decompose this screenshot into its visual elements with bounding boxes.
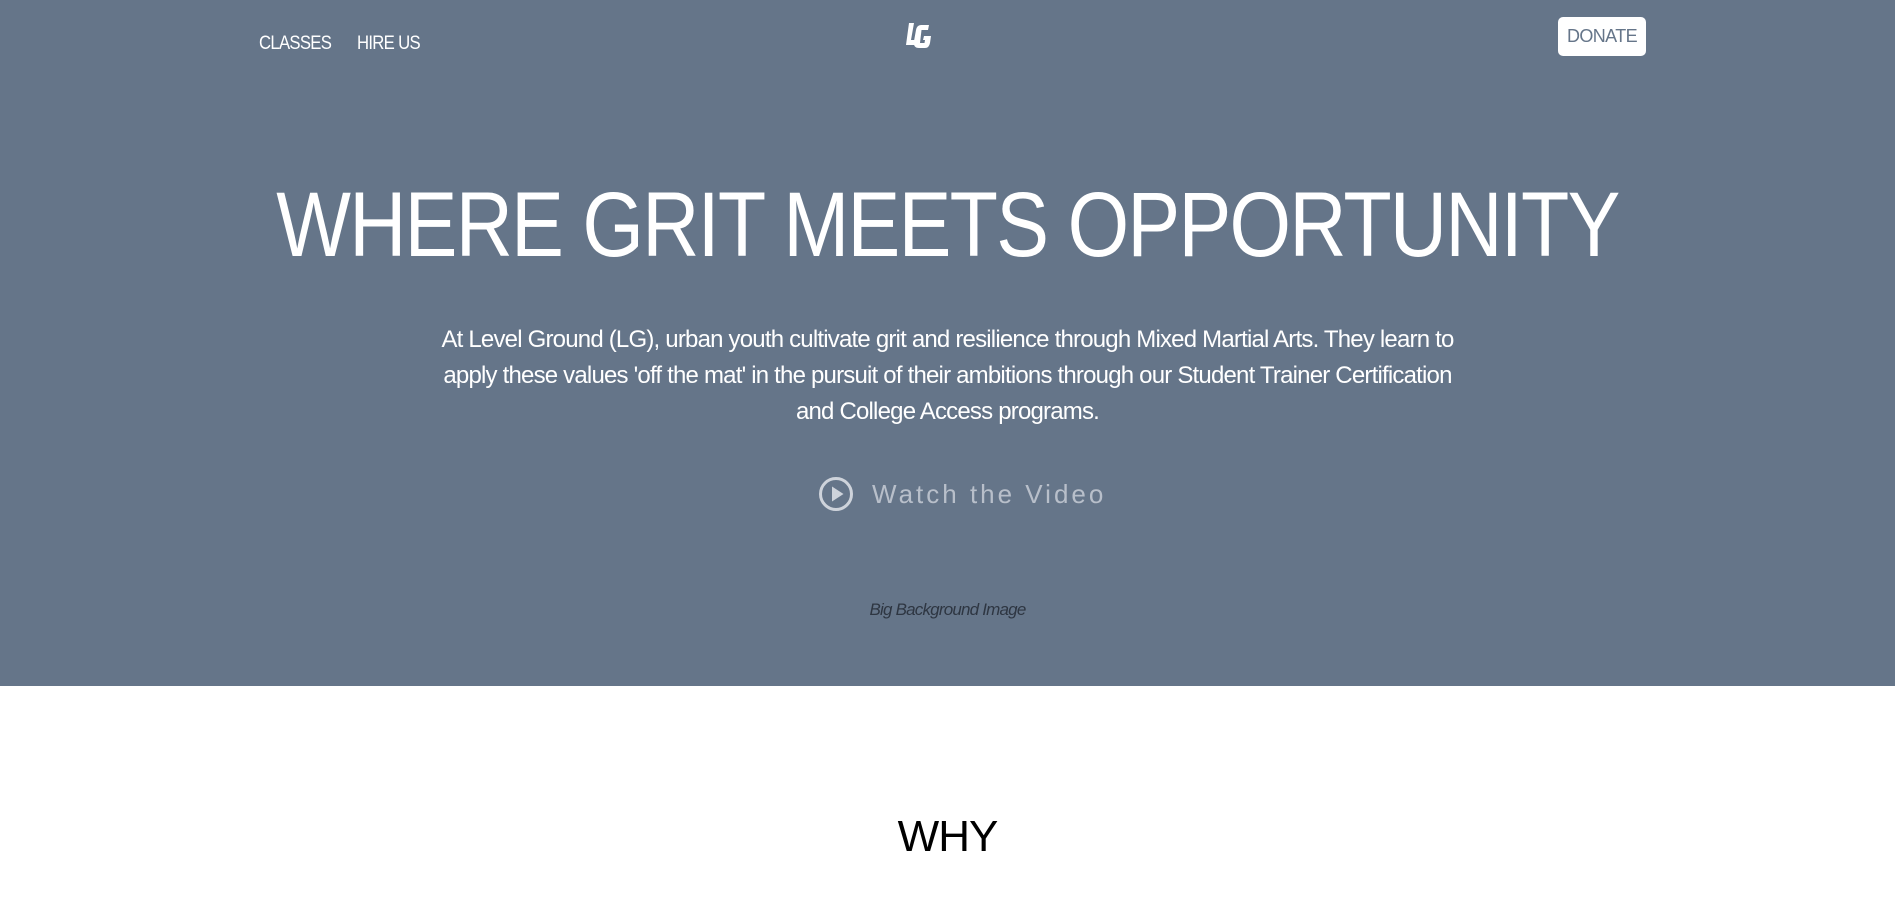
watch-video-label: Watch the Video bbox=[872, 478, 1107, 509]
watch-video-link[interactable]: Watch the Video bbox=[818, 473, 1106, 515]
lg-logo[interactable] bbox=[903, 20, 935, 52]
play-circle-icon bbox=[819, 477, 853, 511]
why-heading: WHY bbox=[897, 812, 999, 861]
main-nav: CLASSES HIRE US bbox=[259, 33, 429, 55]
nav-link-classes[interactable]: CLASSES bbox=[259, 33, 332, 55]
background-image-caption: Big Background Image bbox=[869, 600, 1027, 619]
donate-button[interactable]: DONATE bbox=[1558, 17, 1646, 56]
hero-intro: At Level Ground (LG), urban youth cultiv… bbox=[441, 326, 1454, 425]
hero-headline: WHERE GRIT MEETS OPPORTUNITY bbox=[0, 165, 1895, 285]
hero-section: CLASSES HIRE US DONATE WHERE GRIT MEETS … bbox=[0, 0, 1895, 686]
nav-link-hire-us[interactable]: HIRE US bbox=[357, 33, 421, 55]
hero-headline-text: WHERE GRIT MEETS OPPORTUNITY bbox=[276, 174, 1620, 276]
